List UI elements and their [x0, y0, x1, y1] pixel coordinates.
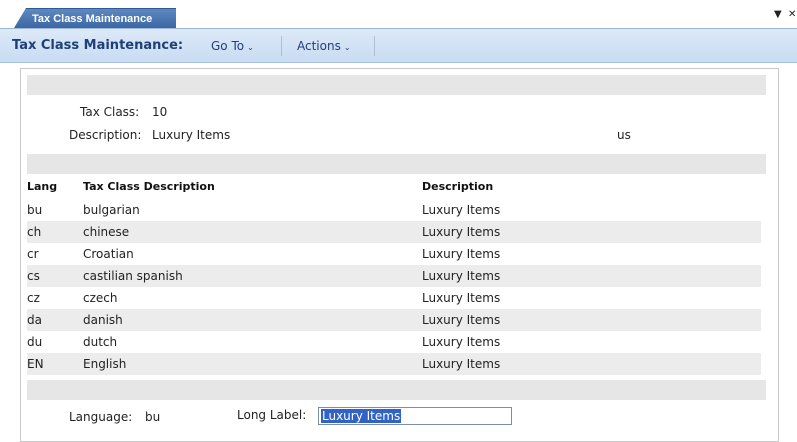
tax-class-value: 10: [152, 105, 168, 119]
tab-tax-class-maintenance[interactable]: Tax Class Maintenance: [14, 8, 176, 28]
toolbar: Tax Class Maintenance: Go To ⌄ Actions ⌄: [0, 29, 797, 63]
language-label: Language:: [69, 410, 133, 424]
lang-cell: du: [27, 335, 43, 349]
description-cell: Luxury Items: [422, 357, 501, 371]
lang-cell: cz: [27, 291, 40, 305]
tax-class-description-cell: castilian spanish: [83, 269, 183, 283]
long-label-label: Long Label:: [237, 408, 307, 422]
lang-cell: cr: [27, 247, 39, 261]
tax-class-description-cell: chinese: [83, 225, 130, 239]
lang-code-value: us: [617, 128, 631, 142]
table-row[interactable]: ch chinese Luxury Items: [27, 221, 761, 243]
lang-cell: ch: [27, 225, 42, 239]
lang-cell: EN: [27, 357, 44, 371]
table-row[interactable]: cz czech Luxury Items: [27, 287, 761, 309]
description-cell: Luxury Items: [422, 269, 501, 283]
section-band: [27, 380, 766, 400]
toolbar-divider: [374, 36, 375, 56]
table-row[interactable]: cr Croatian Luxury Items: [27, 243, 761, 265]
toolbar-divider: [281, 36, 282, 56]
main-panel: Tax Class: 10 Description: Luxury Items …: [20, 68, 779, 442]
language-value: bu: [145, 410, 161, 424]
dropdown-menu-icon[interactable]: ▼: [774, 9, 782, 20]
description-cell: Luxury Items: [422, 291, 501, 305]
section-band: [27, 154, 766, 174]
long-label-input[interactable]: Luxury Items: [318, 407, 512, 425]
tax-class-description-cell: danish: [83, 313, 123, 327]
lang-cell: bu: [27, 203, 43, 217]
tax-class-description-cell: dutch: [83, 335, 118, 349]
column-header-description: Description: [422, 180, 494, 193]
table-row[interactable]: da danish Luxury Items: [27, 309, 761, 331]
table-row[interactable]: bu bulgarian Luxury Items: [27, 199, 761, 221]
description-label: Description:: [69, 128, 142, 142]
actions-menu-button[interactable]: Actions ⌄: [297, 39, 351, 53]
description-cell: Luxury Items: [422, 313, 501, 327]
tax-class-description-cell: Croatian: [83, 247, 134, 261]
tax-class-label: Tax Class:: [80, 105, 140, 119]
goto-menu-button[interactable]: Go To ⌄: [211, 39, 254, 53]
description-cell: Luxury Items: [422, 335, 501, 349]
description-value: Luxury Items: [152, 128, 231, 142]
goto-label: Go To: [211, 39, 245, 53]
actions-label: Actions: [297, 39, 341, 53]
long-label-selected-text: Luxury Items: [321, 409, 402, 423]
tab-strip: Tax Class Maintenance ▼ ✕: [0, 0, 797, 29]
close-icon[interactable]: ✕: [788, 9, 796, 20]
table-row[interactable]: EN English Luxury Items: [27, 353, 761, 375]
tax-class-description-cell: bulgarian: [83, 203, 140, 217]
description-cell: Luxury Items: [422, 247, 501, 261]
page-title: Tax Class Maintenance:: [12, 38, 184, 53]
chevron-down-icon: ⌄: [343, 43, 351, 52]
section-band: [27, 75, 766, 95]
description-cell: Luxury Items: [422, 203, 501, 217]
table-row[interactable]: du dutch Luxury Items: [27, 331, 761, 353]
tax-class-description-cell: English: [83, 357, 127, 371]
lang-cell: da: [27, 313, 42, 327]
tax-class-description-cell: czech: [83, 291, 118, 305]
description-cell: Luxury Items: [422, 225, 501, 239]
column-header-tax-class-description: Tax Class Description: [83, 180, 215, 193]
lang-cell: cs: [27, 269, 40, 283]
column-header-lang: Lang: [27, 180, 58, 193]
chevron-down-icon: ⌄: [247, 43, 254, 52]
table-row[interactable]: cs castilian spanish Luxury Items: [27, 265, 761, 287]
